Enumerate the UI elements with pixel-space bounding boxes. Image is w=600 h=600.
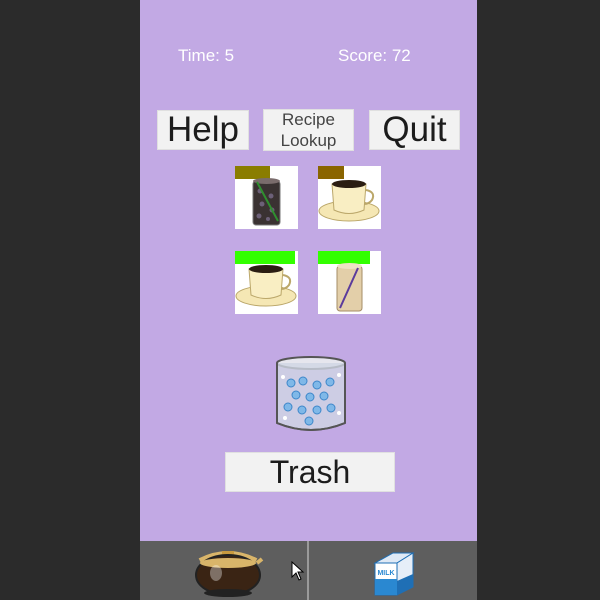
score-label: Score: 72 xyxy=(338,46,411,65)
ice-glass-icon xyxy=(276,356,346,431)
trash-button[interactable]: Trash xyxy=(225,452,395,492)
recipe-lookup-label-line1: Recipe xyxy=(282,110,335,129)
ingredient-bar: MILK xyxy=(140,541,477,600)
mouse-cursor-icon xyxy=(291,561,305,581)
iced-coffee-glass-icon xyxy=(252,178,281,226)
ice-glass-station[interactable] xyxy=(273,355,349,440)
coffee-cup-saucer-icon xyxy=(235,265,297,307)
milk-carton-text: MILK xyxy=(377,570,394,577)
milk-carton-slot[interactable]: MILK xyxy=(309,541,477,600)
coffee-pot-slot[interactable] xyxy=(140,541,307,600)
recipe-lookup-label-line2: Lookup xyxy=(280,131,337,150)
latte-glass-icon xyxy=(336,263,363,312)
order-slot-3[interactable] xyxy=(235,251,298,314)
coffee-cup-saucer-icon xyxy=(318,180,380,222)
order-slot-4[interactable] xyxy=(318,251,381,314)
help-button[interactable]: Help xyxy=(157,110,249,150)
order-slot-2[interactable] xyxy=(318,166,381,229)
time-label: Time: 5 xyxy=(178,46,235,65)
order-slot-1[interactable] xyxy=(235,166,298,229)
coffee-pot-icon xyxy=(195,551,264,597)
recipe-lookup-button[interactable]: Recipe Lookup xyxy=(263,109,354,151)
milk-carton-icon: MILK xyxy=(373,552,415,596)
quit-button[interactable]: Quit xyxy=(369,110,460,150)
game-screen: Time: 5 Score: 72 Help Recipe Lookup Qui… xyxy=(140,0,477,600)
